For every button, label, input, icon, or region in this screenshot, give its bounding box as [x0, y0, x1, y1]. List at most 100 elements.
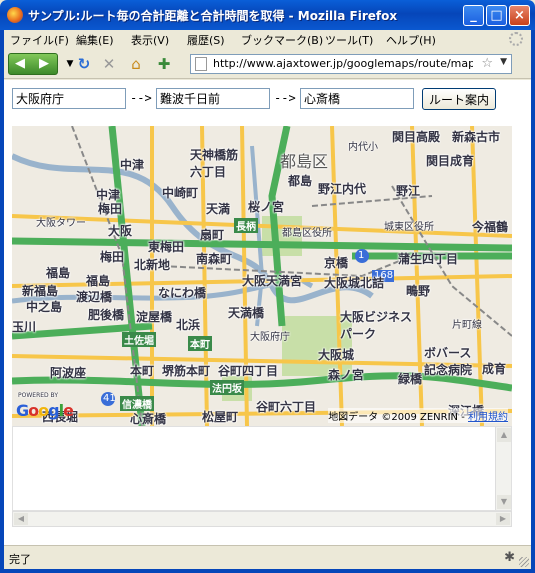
map-label: 中之島: [26, 300, 63, 314]
scroll-down-icon[interactable]: ▼: [497, 495, 511, 509]
map-label: 心斎橋: [130, 412, 167, 426]
map-label: 大阪城: [318, 348, 355, 362]
map-label: 41: [103, 393, 116, 404]
route-form: --> --> ルート案内: [12, 88, 522, 110]
map-label: 北新地: [134, 258, 171, 272]
forward-icon[interactable]: ▶: [39, 54, 49, 74]
map-label: 南森町: [196, 252, 233, 266]
addon-icon[interactable]: ✚: [154, 54, 174, 74]
map-label: 天神橋筋六丁目: [190, 148, 239, 179]
resize-grip-icon[interactable]: [519, 557, 529, 567]
menu-file[interactable]: ファイル(F): [10, 32, 69, 48]
url-dropdown-icon[interactable]: ▼: [500, 57, 507, 67]
scroll-left-icon[interactable]: ◀: [14, 513, 28, 525]
destination-input[interactable]: [300, 88, 414, 109]
back-icon[interactable]: ◀: [15, 54, 25, 74]
map-label: 鴫野: [406, 284, 431, 298]
map-label: 野江内代: [318, 182, 367, 196]
map-label: 新森古市: [452, 130, 501, 144]
map-label: 渡辺橋: [76, 290, 113, 304]
map-label: 長柄: [234, 218, 258, 233]
map-label: 京橋: [324, 256, 349, 270]
map-label: 桜ノ宮: [248, 200, 285, 214]
map-label: 法円坂: [210, 380, 244, 395]
map-label: 肥後橋: [88, 308, 125, 322]
attribution-text: 地図データ ©2009 ZENRIN -: [328, 412, 465, 423]
status-bar: 完了 ✱: [4, 545, 531, 569]
map-label: 蒲生四丁目: [398, 252, 459, 266]
map-label: 大阪天満宮: [242, 274, 303, 288]
menu-history[interactable]: 履歴(S): [187, 32, 225, 48]
map-label: 東梅田: [148, 240, 185, 254]
google-logo[interactable]: Google: [16, 401, 74, 420]
stop-icon[interactable]: ✕: [99, 54, 119, 74]
map-label: 今福鶴: [472, 220, 509, 234]
home-icon[interactable]: ⌂: [126, 54, 146, 74]
map-label: 玉川: [12, 320, 37, 334]
back-forward-group: ◀ ▶: [8, 53, 58, 75]
origin-input[interactable]: [12, 88, 126, 109]
maximize-button[interactable]: □: [486, 5, 507, 26]
scroll-right-icon[interactable]: ▶: [496, 513, 510, 525]
navigation-toolbar: ◀ ▶ ▼ ↻ ✕ ⌂ ✚ http://www.ajaxtower.jp/go…: [4, 49, 531, 79]
map-label: 都島区: [280, 152, 329, 171]
map-label: 梅田: [100, 250, 125, 264]
map-label: 新福島: [22, 284, 59, 298]
map-label: 谷町六丁目: [256, 400, 317, 414]
window-titlebar[interactable]: サンプル:ルート毎の合計距離と合計時間を取得 - Mozilla Firefox…: [0, 0, 535, 30]
okawa-river: [250, 145, 265, 327]
map-label: 大阪ビジネスパーク: [340, 310, 413, 341]
minimize-button[interactable]: _: [463, 5, 484, 26]
map-label: 淀屋橋: [136, 310, 173, 324]
terms-of-use-link[interactable]: 利用規約: [468, 412, 508, 423]
map-label: 関目高殿: [392, 130, 441, 144]
waypoint-input[interactable]: [156, 88, 270, 109]
map-label: 片町線: [452, 320, 482, 331]
map-label: 森ノ宮: [328, 368, 365, 382]
map-label: 土佐堀: [122, 332, 156, 347]
menu-bookmarks[interactable]: ブックマーク(B): [241, 32, 323, 48]
map-label: 扇町: [200, 228, 225, 242]
map-label: 中崎町: [162, 186, 199, 200]
map-label: 大阪府庁: [250, 332, 290, 343]
scroll-up-icon[interactable]: ▲: [497, 428, 511, 442]
map-label: 大阪: [108, 224, 133, 238]
google-map[interactable]: 都島区 天神橋筋六丁目 内代小 関目高殿 新森古市 中津 中崎町 都島 野江内代…: [12, 126, 512, 426]
url-text[interactable]: http://www.ajaxtower.jp/googlemaps/route…: [213, 57, 473, 70]
close-button[interactable]: ×: [509, 5, 530, 26]
map-label: ボバース記念病院: [424, 346, 473, 377]
route-guide-button[interactable]: ルート案内: [422, 88, 496, 110]
firefox-icon: [7, 7, 23, 23]
reload-icon[interactable]: ↻: [74, 54, 94, 74]
menu-help[interactable]: ヘルプ(H): [386, 32, 436, 48]
firebug-icon[interactable]: ✱: [504, 550, 515, 565]
map-label: なにわ橋: [158, 286, 207, 300]
url-bar[interactable]: http://www.ajaxtower.jp/googlemaps/route…: [190, 54, 512, 74]
map-label: 大阪タワー: [36, 218, 86, 229]
map-label: 天満橋: [228, 306, 265, 320]
horizontal-scrollbar[interactable]: ◀ ▶: [12, 511, 512, 527]
star-icon[interactable]: ☆: [481, 56, 493, 71]
menu-edit[interactable]: 編集(E): [76, 32, 114, 48]
map-label: 福島: [46, 266, 71, 280]
map-label: 信濃橋: [120, 396, 154, 411]
window-frame-bottom: [0, 569, 535, 573]
map-label: 本町: [188, 336, 212, 351]
map-label: 北浜: [176, 318, 201, 332]
route-arrow-2: -->: [274, 91, 296, 105]
map-label: 緑橋: [398, 372, 423, 386]
route-arrow-1: -->: [130, 91, 152, 105]
map-label: 堺筋本町: [162, 364, 211, 378]
map-label: 天満: [206, 202, 231, 216]
map-label: 本町: [130, 364, 155, 378]
map-label: 阿波座: [50, 366, 87, 380]
page-content: --> --> ルート案内: [4, 80, 531, 545]
menu-view[interactable]: 表示(V): [131, 32, 169, 48]
map-label: 梅田: [98, 202, 123, 216]
status-text: 完了: [9, 553, 31, 566]
map-label: 都島: [288, 174, 313, 188]
directions-panel[interactable]: ▲ ▼: [12, 426, 512, 511]
menu-tools[interactable]: ツール(T): [325, 32, 373, 48]
vertical-scrollbar[interactable]: ▲ ▼: [495, 427, 511, 510]
map-label: 内代小: [348, 142, 378, 153]
